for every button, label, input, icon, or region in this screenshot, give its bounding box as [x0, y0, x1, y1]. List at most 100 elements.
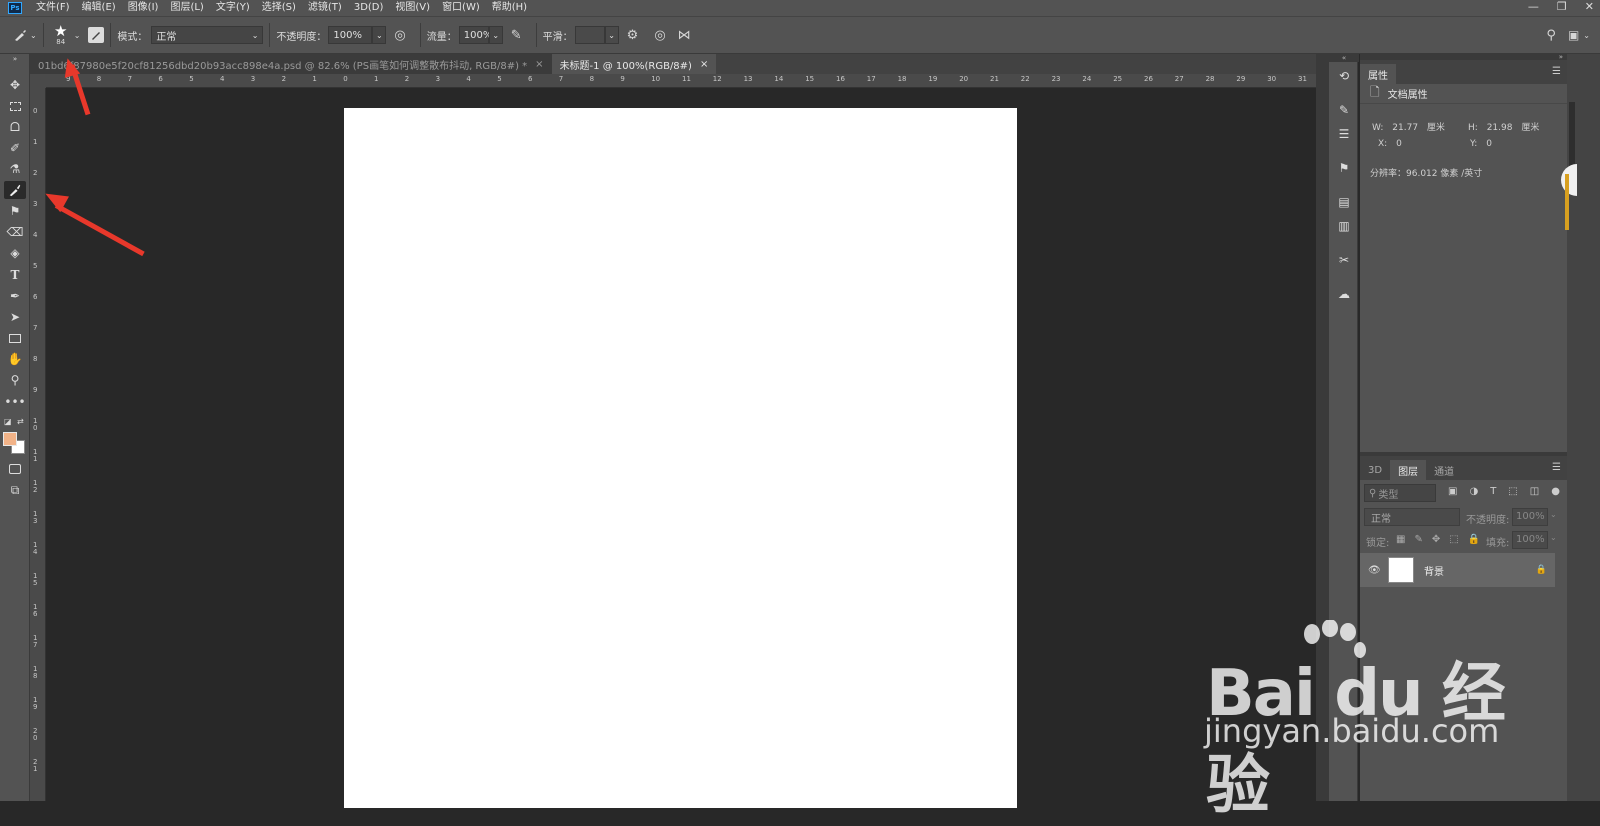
quick-mask-icon[interactable]: [4, 460, 26, 478]
canvas-area[interactable]: [46, 88, 1316, 808]
menu-select[interactable]: 选择(S): [256, 0, 302, 16]
tab-untitled-1[interactable]: 未标题-1 @ 100%(RGB/8#) ×: [551, 54, 717, 74]
chevron-down-icon[interactable]: ⌄: [1550, 533, 1557, 542]
ruler-origin[interactable]: [30, 74, 46, 88]
horizontal-ruler[interactable]: 9 8 7 6 5 4 3 2 1 0 1 2 3 4 5 6 7 8 9 10 11 12 13 14 15 16 17 18 19 2…: [46, 74, 1316, 88]
menu-window[interactable]: 窗口(W): [436, 0, 486, 16]
lock-position-icon[interactable]: ✥: [1432, 534, 1440, 545]
flow-input[interactable]: 100%: [458, 26, 492, 44]
foreground-color-swatch[interactable]: [3, 432, 17, 446]
default-colors-icon[interactable]: ◪: [4, 417, 12, 426]
clone-source-icon[interactable]: ⚑: [1335, 160, 1353, 176]
layer-filter-select[interactable]: ⚲ 类型: [1364, 484, 1436, 502]
type-tool-icon[interactable]: T: [4, 266, 26, 284]
close-button[interactable]: ✕: [1585, 0, 1594, 14]
menu-layer[interactable]: 图层(L): [164, 0, 209, 16]
workspace-icon[interactable]: ▣: [1568, 28, 1579, 42]
lock-pixels-icon[interactable]: ✎: [1414, 534, 1422, 545]
x-value[interactable]: 0: [1396, 139, 1402, 149]
menu-3d[interactable]: 3D(D): [348, 0, 390, 16]
layer-row[interactable]: 👁 背景 🔒: [1360, 553, 1555, 587]
zoom-tool-icon[interactable]: ⚲: [4, 371, 26, 389]
width-value[interactable]: 21.77: [1392, 123, 1418, 133]
fill-input[interactable]: 100%: [1512, 531, 1548, 549]
search-icon[interactable]: ⚲: [1546, 28, 1556, 43]
gear-icon[interactable]: ⚙: [627, 28, 639, 43]
pen-tool-icon[interactable]: ✒: [4, 287, 26, 305]
tab-channels[interactable]: 通道: [1426, 460, 1462, 480]
minimize-button[interactable]: —: [1528, 0, 1539, 14]
mode-select[interactable]: 正常 ⌄: [151, 26, 264, 44]
menu-filter[interactable]: 滤镜(T): [302, 0, 348, 16]
hand-tool-icon[interactable]: ✋: [4, 350, 26, 368]
path-selection-tool-icon[interactable]: ➤: [4, 308, 26, 326]
creative-cloud-icon[interactable]: ☁: [1335, 286, 1353, 302]
layer-name[interactable]: 背景: [1424, 563, 1444, 578]
tab-document-psd[interactable]: 01bd6f87980e5f20cf81256dbd20b93acc898e4a…: [30, 54, 552, 74]
lock-transparency-icon[interactable]: ▦: [1396, 534, 1405, 545]
brush-preset-picker[interactable]: ★ 84: [50, 24, 72, 47]
blend-mode-select[interactable]: 正常: [1364, 508, 1460, 526]
quick-selection-tool-icon[interactable]: ✐: [4, 139, 26, 157]
tab-3d[interactable]: 3D: [1360, 460, 1390, 480]
menu-help[interactable]: 帮助(H): [486, 0, 533, 16]
history-icon[interactable]: ⟲: [1335, 68, 1353, 84]
libraries-icon[interactable]: ▤: [1335, 194, 1353, 210]
eraser-tool-icon[interactable]: ⌫: [4, 223, 26, 241]
opacity-dropdown[interactable]: ⌄: [372, 26, 387, 44]
flow-dropdown[interactable]: ⌄: [488, 26, 503, 44]
menu-file[interactable]: 文件(F): [30, 0, 76, 16]
eyedropper-tool-icon[interactable]: ⚗: [4, 160, 26, 178]
eye-visibility-icon[interactable]: 👁: [1368, 565, 1381, 576]
document-canvas[interactable]: [344, 108, 1017, 808]
chevron-down-icon[interactable]: ⌄: [1550, 510, 1557, 519]
image-filter-icon[interactable]: ▣: [1448, 486, 1457, 497]
stamp-tool-icon[interactable]: ⚑: [4, 202, 26, 220]
brush-tool-icon[interactable]: [4, 181, 26, 199]
filter-toggle-icon[interactable]: ●: [1551, 486, 1560, 497]
rectangle-tool-icon[interactable]: [4, 329, 26, 347]
restore-button[interactable]: ❐: [1557, 0, 1567, 14]
lasso-tool-icon[interactable]: ᗝ: [4, 118, 26, 136]
y-value[interactable]: 0: [1486, 139, 1492, 149]
opacity-input[interactable]: 100%: [328, 26, 373, 44]
type-filter-icon[interactable]: T: [1490, 486, 1496, 497]
symmetry-butterfly-icon[interactable]: ⋈: [678, 28, 691, 43]
panel-menu-icon[interactable]: ☰: [1552, 462, 1561, 473]
chevron-down-icon[interactable]: ⌄: [74, 31, 81, 40]
collapse-toolbar-icon[interactable]: »: [4, 54, 26, 64]
lock-all-icon[interactable]: 🔒: [1468, 534, 1480, 545]
smoothing-dropdown[interactable]: ⌄: [604, 26, 619, 44]
tab-properties[interactable]: 属性: [1360, 64, 1396, 84]
marquee-tool-icon[interactable]: [4, 97, 26, 115]
shape-filter-icon[interactable]: ⬚: [1508, 486, 1517, 497]
tools-preset-icon[interactable]: ✂: [1335, 252, 1353, 268]
swap-colors-icon[interactable]: ⇄: [17, 417, 24, 426]
menu-edit[interactable]: 编辑(E): [76, 0, 122, 16]
paint-bucket-tool-icon[interactable]: ◈: [4, 244, 26, 262]
chevron-down-icon[interactable]: ⌄: [1583, 31, 1590, 40]
brush-settings-icon[interactable]: [88, 27, 105, 43]
menu-type[interactable]: 文字(Y): [210, 0, 256, 16]
adjustment-filter-icon[interactable]: ◑: [1469, 486, 1478, 497]
more-tools-icon[interactable]: •••: [4, 393, 26, 411]
tab-layers[interactable]: 图层: [1390, 460, 1427, 480]
move-tool-icon[interactable]: ✥: [4, 76, 26, 94]
layer-opacity-input[interactable]: 100%: [1512, 508, 1548, 526]
pressure-size-icon[interactable]: ◎: [654, 28, 665, 43]
close-tab-icon[interactable]: ×: [700, 59, 708, 70]
notes-icon[interactable]: ▥: [1335, 218, 1353, 234]
smart-object-filter-icon[interactable]: ◫: [1530, 486, 1539, 497]
panel-menu-icon[interactable]: ☰: [1552, 66, 1561, 77]
lock-icon[interactable]: 🔒: [1536, 565, 1547, 575]
menu-image[interactable]: 图像(I): [122, 0, 165, 16]
brush-settings-panel-icon[interactable]: ✎: [1335, 102, 1353, 118]
screen-mode-icon[interactable]: ⧉: [4, 481, 26, 499]
pressure-opacity-icon[interactable]: ◎: [394, 28, 405, 43]
menu-view[interactable]: 视图(V): [389, 0, 436, 16]
close-tab-icon[interactable]: ×: [535, 59, 543, 70]
lock-artboard-icon[interactable]: ⬚: [1449, 534, 1458, 545]
brush-tool-preset[interactable]: ⌄: [12, 27, 37, 43]
height-value[interactable]: 21.98: [1487, 123, 1513, 133]
collapse-dock-icon[interactable]: «: [1329, 54, 1359, 62]
